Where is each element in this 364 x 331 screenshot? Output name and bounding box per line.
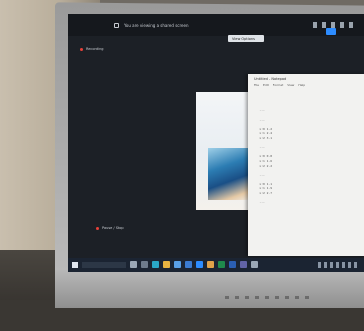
monitor-buttons[interactable]: [225, 296, 315, 299]
meeting-bar-text: You are viewing a shared screen: [124, 23, 189, 28]
store-icon[interactable]: [174, 261, 181, 268]
notepad-menu[interactable]: File Edit Format View Help: [254, 83, 305, 87]
recording-label-bottom[interactable]: Pause / Stop: [102, 226, 124, 230]
monitor-bottom-bezel: [55, 270, 364, 308]
start-icon[interactable]: [72, 262, 78, 268]
recording-dot-icon: [80, 48, 83, 51]
search-icon[interactable]: [130, 261, 137, 268]
zoom-icon[interactable]: [196, 261, 203, 268]
meeting-action-button[interactable]: [326, 28, 336, 35]
monitor-screen: You are viewing a shared screen View Opt…: [68, 14, 364, 272]
explorer-icon[interactable]: [163, 261, 170, 268]
teams-icon[interactable]: [240, 261, 247, 268]
task-view-icon[interactable]: [141, 261, 148, 268]
notepad-text[interactable]: --- --- x:0 1.2 x:1 2.4 x:2 3.1 --- x:0 …: [254, 90, 354, 205]
excel-icon[interactable]: [218, 261, 225, 268]
recording-label-top: Recording: [86, 47, 104, 51]
system-tray[interactable]: [318, 262, 358, 268]
taskbar-search[interactable]: [82, 262, 126, 268]
notepad-title: Untitled - Notepad: [254, 77, 287, 81]
recording-dot-icon: [96, 227, 99, 230]
mail-icon[interactable]: [185, 261, 192, 268]
taskbar: [68, 258, 364, 272]
edge-icon[interactable]: [152, 261, 159, 268]
settings-icon[interactable]: [251, 261, 258, 268]
chrome-icon[interactable]: [207, 261, 214, 268]
share-icon: [114, 23, 119, 28]
view-options-label: View Options: [232, 37, 255, 41]
word-icon[interactable]: [229, 261, 236, 268]
